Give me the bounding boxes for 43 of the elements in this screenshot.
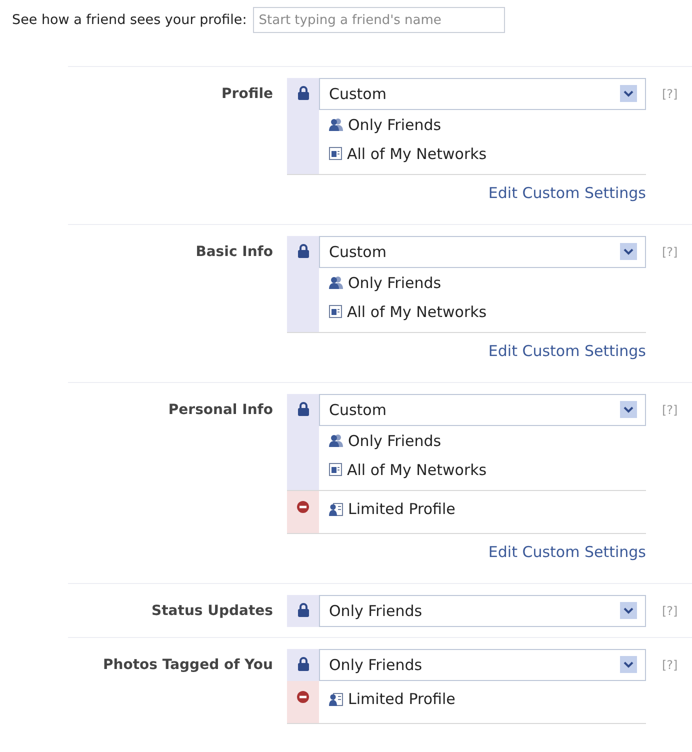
network-card-icon [329, 305, 342, 318]
caret-icon [620, 602, 637, 618]
profile-card-icon [329, 692, 343, 706]
audience-item: All of My Networks [347, 302, 487, 320]
setting-label: Basic Info [194, 243, 273, 262]
privacy-dropdown[interactable]: Only Friends [319, 649, 646, 681]
setting-label: Photos Tagged of You [102, 656, 273, 675]
friend-name-field[interactable]: Start typing a friend's name [252, 7, 505, 33]
edit-custom-settings-link[interactable]: Edit Custom Settings [488, 543, 646, 573]
friends-icon [329, 118, 343, 131]
audience-item: Only Friends [348, 432, 442, 450]
edit-custom-settings-link[interactable]: Edit Custom Settings [488, 342, 646, 372]
friends-icon [329, 434, 343, 447]
setting-label: Personal Info [167, 401, 273, 420]
caret-icon [620, 84, 637, 102]
lock-icon [298, 86, 308, 100]
caret-icon [620, 242, 637, 260]
network-card-icon [329, 147, 342, 160]
setting-label: Profile [220, 85, 273, 104]
block-icon [297, 691, 309, 703]
privacy-dropdown[interactable]: Only Friends [319, 595, 646, 627]
profile-card-icon [329, 502, 343, 516]
audience-item: Limited Profile [348, 500, 456, 518]
setting-label: Status Updates [150, 602, 273, 621]
audience-item: Limited Profile [348, 690, 456, 708]
caret-icon [620, 656, 637, 672]
audience-item: All of My Networks [347, 460, 487, 478]
audience-item: Only Friends [348, 116, 442, 134]
lock-icon [298, 603, 308, 617]
audience-item: All of My Networks [347, 144, 487, 162]
block-icon [297, 501, 309, 513]
caret-icon [620, 400, 637, 418]
lock-icon [298, 402, 308, 416]
privacy-dropdown[interactable]: Custom [319, 236, 646, 268]
lock-icon [298, 657, 308, 671]
lock-icon [298, 244, 308, 258]
edit-custom-settings-link[interactable]: Edit Custom Settings [488, 184, 646, 214]
network-card-icon [329, 463, 342, 476]
audience-item: Only Friends [348, 274, 442, 292]
privacy-dropdown[interactable]: Custom [319, 394, 646, 426]
friends-icon [329, 276, 343, 289]
privacy-dropdown[interactable]: Custom [319, 78, 646, 110]
preview-label: See how a friend sees your profile: [12, 12, 247, 28]
